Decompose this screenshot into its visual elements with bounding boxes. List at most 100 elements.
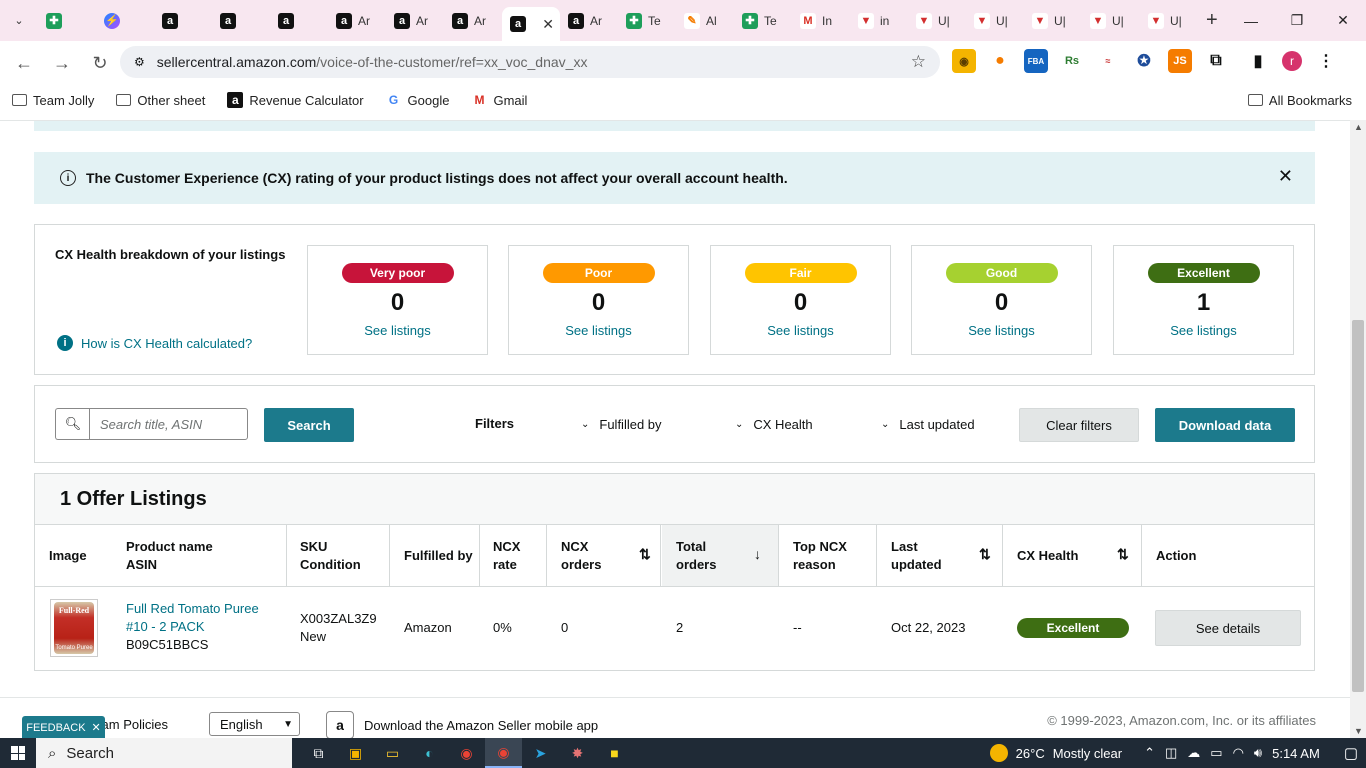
- sort-icon[interactable]: ⇅: [639, 545, 651, 563]
- mobile-app-link[interactable]: a Download the Amazon Seller mobile app: [326, 711, 598, 738]
- scroll-down-icon[interactable]: ▼: [1354, 726, 1363, 736]
- site-info-icon[interactable]: ⚙: [134, 55, 145, 69]
- last-updated-dropdown[interactable]: ⌄ Last updated: [881, 417, 975, 432]
- notifications-icon[interactable]: ▢: [1344, 744, 1358, 762]
- extension-rs-icon[interactable]: Rs: [1060, 49, 1084, 73]
- bookmark-star-icon[interactable]: ☆: [911, 52, 926, 72]
- see-listings-link[interactable]: See listings: [509, 323, 688, 338]
- reload-icon[interactable]: ↻: [82, 45, 118, 81]
- extension-js-icon[interactable]: JS: [1168, 49, 1192, 73]
- sticky-notes-icon[interactable]: ■: [596, 738, 633, 768]
- language-select[interactable]: English ▼: [209, 712, 300, 736]
- start-button[interactable]: [0, 738, 36, 768]
- onedrive-icon[interactable]: ☁: [1187, 745, 1200, 761]
- tab-19[interactable]: ▼ U|: [1140, 5, 1198, 37]
- tab-1[interactable]: ⚡: [96, 5, 154, 37]
- tab-2[interactable]: a: [154, 5, 212, 37]
- search-input[interactable]: Search title, ASIN: [89, 408, 248, 440]
- bookmark-item[interactable]: a Revenue Calculator: [227, 92, 364, 108]
- col-total-orders[interactable]: Total orders ↓: [662, 525, 779, 586]
- bookmark-item[interactable]: Team Jolly: [12, 93, 94, 108]
- bookmark-item[interactable]: Other sheet: [116, 93, 205, 108]
- see-listings-link[interactable]: See listings: [912, 323, 1091, 338]
- wifi-icon[interactable]: ◠: [1233, 745, 1244, 761]
- tab-0[interactable]: ✚: [38, 5, 96, 37]
- extension-fba-icon[interactable]: FBA: [1024, 49, 1048, 73]
- volume-icon[interactable]: 🔊︎: [1254, 745, 1262, 761]
- feedback-tab[interactable]: FEEDBACK ✕: [22, 716, 105, 738]
- tab-15[interactable]: ▼ U|: [908, 5, 966, 37]
- back-icon[interactable]: ←: [6, 45, 42, 81]
- product-name-link[interactable]: Full Red Tomato Puree: [126, 600, 259, 618]
- scrollbar-thumb[interactable]: [1352, 320, 1364, 692]
- download-data-button[interactable]: Download data: [1155, 408, 1295, 442]
- store-icon[interactable]: ▣: [337, 738, 374, 768]
- page-scrollbar[interactable]: ▲ ▼: [1350, 120, 1366, 738]
- tray-app-icon[interactable]: ◫: [1165, 745, 1177, 761]
- see-listings-link[interactable]: See listings: [308, 323, 487, 338]
- sort-icon[interactable]: ⇅: [979, 545, 991, 563]
- sort-descending-icon[interactable]: ↓: [754, 545, 761, 563]
- file-explorer-icon[interactable]: ▭: [374, 738, 411, 768]
- fulfilled-by-dropdown[interactable]: ⌄ Fulfilled by: [581, 417, 662, 432]
- col-cx-health[interactable]: CX Health ⇅: [1017, 525, 1142, 586]
- sort-icon[interactable]: ⇅: [1117, 545, 1129, 563]
- minimize-icon[interactable]: —: [1228, 0, 1274, 41]
- col-ncx-rate[interactable]: NCX rate: [493, 525, 547, 586]
- col-ncx-orders[interactable]: NCX orders ⇅: [561, 525, 661, 586]
- tab-18[interactable]: ▼ U|: [1082, 5, 1140, 37]
- tab-14[interactable]: ▼ in: [850, 5, 908, 37]
- chrome-icon[interactable]: ◉: [448, 738, 485, 768]
- product-image[interactable]: Full-Red Tomato Puree: [50, 599, 98, 657]
- product-name-link-line2[interactable]: #10 - 2 PACK: [126, 618, 259, 636]
- see-listings-link[interactable]: See listings: [711, 323, 890, 338]
- telegram-icon[interactable]: ➤: [522, 738, 559, 768]
- new-tab-button[interactable]: +: [1206, 9, 1218, 32]
- side-panel-icon[interactable]: ▮: [1246, 49, 1270, 73]
- bookmark-item[interactable]: G Google: [386, 93, 450, 108]
- close-feedback-icon[interactable]: ✕: [92, 721, 101, 734]
- forward-icon[interactable]: →: [44, 45, 80, 81]
- chrome-active-icon[interactable]: ◉: [485, 738, 522, 768]
- tab-10[interactable]: ✚ Te: [618, 5, 676, 37]
- tab-7[interactable]: a Ar: [444, 5, 502, 37]
- restore-icon[interactable]: ❐: [1274, 0, 1320, 41]
- tab-12[interactable]: ✚ Te: [734, 5, 792, 37]
- extension-basket-icon[interactable]: ◉: [952, 49, 976, 73]
- url-bar[interactable]: ⚙ sellercentral.amazon.com/voice-of-the-…: [120, 46, 940, 78]
- weather-widget[interactable]: 26°C Mostly clear: [989, 744, 1122, 762]
- tab-6[interactable]: a Ar: [386, 5, 444, 37]
- extension-orange-icon[interactable]: ●: [988, 49, 1012, 73]
- scroll-up-icon[interactable]: ▲: [1354, 122, 1363, 132]
- tab-9[interactable]: a Ar: [560, 5, 618, 37]
- menu-kebab-icon[interactable]: ⋮: [1314, 49, 1338, 73]
- tab-17[interactable]: ▼ U|: [1024, 5, 1082, 37]
- app-icon[interactable]: ✸: [559, 738, 596, 768]
- tab-3[interactable]: a: [212, 5, 270, 37]
- tab-5[interactable]: a Ar: [328, 5, 386, 37]
- search-button[interactable]: Search: [264, 408, 354, 442]
- see-listings-link[interactable]: See listings: [1114, 323, 1293, 338]
- extension-helm-icon[interactable]: ✪: [1132, 49, 1156, 73]
- task-view-icon[interactable]: ⧉: [300, 738, 337, 768]
- close-window-icon[interactable]: ✕: [1320, 0, 1366, 41]
- see-details-button[interactable]: See details: [1155, 610, 1301, 646]
- all-bookmarks-button[interactable]: All Bookmarks: [1247, 93, 1352, 108]
- tab-4[interactable]: a: [270, 5, 328, 37]
- tray-chevron-up-icon[interactable]: ⌃: [1144, 745, 1155, 761]
- extensions-puzzle-icon[interactable]: ⧉: [1204, 49, 1228, 73]
- taskbar-search[interactable]: ⌕ Search: [36, 738, 292, 768]
- extension-signal-icon[interactable]: ≈: [1096, 49, 1120, 73]
- cx-health-help-link[interactable]: i How is CX Health calculated?: [57, 335, 252, 351]
- close-tab-icon[interactable]: ✕: [542, 16, 554, 33]
- bookmark-item[interactable]: M Gmail: [471, 93, 527, 108]
- edge-icon[interactable]: ◐: [411, 738, 448, 768]
- tab-16[interactable]: ▼ U|: [966, 5, 1024, 37]
- tab-8[interactable]: a ✕: [502, 7, 560, 41]
- tab-search-chevron-icon[interactable]: ⌄: [6, 8, 32, 34]
- col-last-updated[interactable]: Last updated ⇅: [891, 525, 1003, 586]
- cx-health-dropdown[interactable]: ⌄ CX Health: [735, 417, 813, 432]
- battery-icon[interactable]: ▭: [1210, 745, 1222, 761]
- tab-13[interactable]: M In: [792, 5, 850, 37]
- clear-filters-button[interactable]: Clear filters: [1019, 408, 1139, 442]
